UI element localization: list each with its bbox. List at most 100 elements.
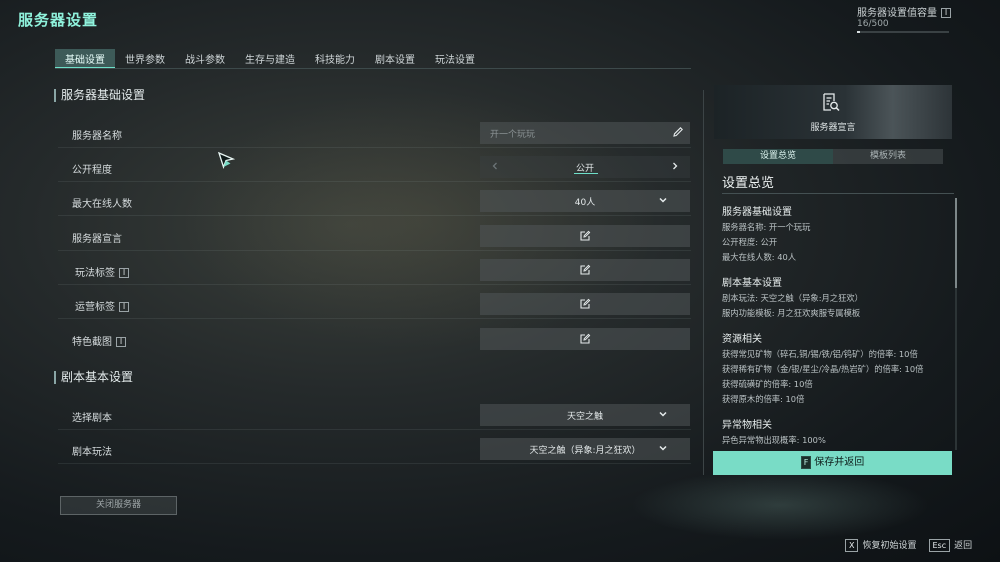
- info-icon[interactable]: I: [119, 302, 129, 312]
- tab-script[interactable]: 剧本设置: [365, 49, 425, 69]
- edit-icon: [580, 230, 591, 241]
- info-icon[interactable]: I: [941, 8, 951, 18]
- panel-divider: [703, 90, 704, 475]
- ops-tags-edit-button[interactable]: [480, 293, 690, 315]
- row-label: 运营标签 I: [75, 298, 129, 313]
- selection-underline: [574, 173, 598, 174]
- max-players-dropdown[interactable]: 40人: [480, 190, 690, 212]
- save-and-return-button[interactable]: F 保存并返回: [713, 451, 952, 475]
- row-label: 选择剧本: [72, 413, 112, 424]
- server-name-input[interactable]: 开一个玩玩: [480, 122, 690, 144]
- capacity-bar: [857, 31, 949, 33]
- tab-combat[interactable]: 战斗参数: [175, 49, 235, 69]
- row-select-script: 选择剧本 天空之触: [58, 402, 691, 430]
- row-gameplay-tags: 玩法标签 I: [58, 257, 691, 285]
- overview-scrollbar[interactable]: [955, 198, 957, 450]
- document-search-icon: [823, 93, 840, 112]
- pencil-icon: [673, 127, 683, 137]
- edit-icon: [580, 298, 591, 309]
- row-label-text: 特色截图: [72, 337, 112, 348]
- overview-group: 异常物相关 异色异常物出现概率: 100%: [722, 416, 954, 448]
- row-label: 玩法标签 I: [75, 264, 129, 279]
- info-icon[interactable]: I: [119, 268, 129, 278]
- arrow-right-icon[interactable]: [670, 161, 680, 171]
- overview-group-heading: 服务器基础设置: [722, 207, 792, 218]
- page-title: 服务器设置: [18, 11, 99, 29]
- tab-gameplay[interactable]: 玩法设置: [425, 49, 485, 69]
- overview-group-heading: 剧本基本设置: [722, 278, 782, 289]
- settings-tabs: 基础设置 世界参数 战斗参数 生存与建造 科技能力 剧本设置 玩法设置: [55, 49, 485, 69]
- gameplay-tags-edit-button[interactable]: [480, 259, 690, 281]
- close-server-button[interactable]: 关闭服务器: [60, 496, 177, 515]
- reset-defaults-hint[interactable]: X 恢复初始设置: [845, 538, 917, 552]
- reset-defaults-label: 恢复初始设置: [862, 541, 917, 551]
- overview-group: 剧本基本设置 剧本玩法: 天空之触（异象:月之狂欢） 服内功能模板: 月之狂欢爽…: [722, 274, 954, 321]
- overview-group-heading: 异常物相关: [722, 420, 772, 431]
- key-esc: Esc: [928, 539, 951, 552]
- tab-basic[interactable]: 基础设置: [55, 49, 115, 69]
- tab-tech[interactable]: 科技能力: [305, 49, 365, 69]
- overview-title: 设置总览: [722, 176, 775, 191]
- key-hint-f: F: [800, 455, 812, 469]
- visibility-selector[interactable]: 公开: [480, 156, 690, 178]
- back-label: 返回: [954, 541, 973, 551]
- overview-list[interactable]: 服务器基础设置 服务器名称: 开一个玩玩 公开程度: 公开 最大在线人数: 40…: [714, 198, 954, 450]
- row-server-name: 服务器名称 开一个玩玩: [58, 120, 691, 148]
- overview-line: 服务器名称: 开一个玩玩: [722, 222, 811, 232]
- row-label: 最大在线人数: [72, 199, 132, 210]
- overview-line: 获得原木的倍率: 10倍: [722, 394, 805, 404]
- tab-template-list[interactable]: 模板列表: [833, 149, 943, 164]
- row-label-text: 运营标签: [75, 302, 115, 313]
- declaration-edit-button[interactable]: [480, 225, 690, 247]
- row-label: 特色截图 I: [72, 333, 126, 348]
- row-screenshot: 特色截图 I: [58, 326, 691, 354]
- overview-group: 资源相关 获得常见矿物（碎石,铜/锡/铁/铝/钨矿）的倍率: 10倍 获得稀有矿…: [722, 330, 954, 407]
- row-label: 剧本玩法: [72, 447, 112, 458]
- row-label-text: 玩法标签: [75, 268, 115, 279]
- capacity-label: 服务器设置值容量 I: [857, 4, 951, 19]
- overview-line: 获得硫磺矿的倍率: 10倍: [722, 379, 813, 389]
- script-dropdown[interactable]: 天空之触: [480, 404, 690, 426]
- key-x: X: [845, 539, 859, 552]
- row-label: 服务器名称: [72, 131, 122, 142]
- section-basic-heading: 服务器基础设置: [54, 89, 145, 102]
- row-label: 服务器宣言: [72, 234, 122, 245]
- script-mode-dropdown[interactable]: 天空之触（异象:月之狂欢）: [480, 438, 690, 460]
- save-and-return-label: 保存并返回: [814, 457, 865, 468]
- server-name-placeholder: 开一个玩玩: [490, 130, 536, 140]
- overview-line: 公开程度: 公开: [722, 237, 778, 247]
- declaration-banner[interactable]: 服务器宣言: [714, 85, 952, 139]
- section-script-heading: 剧本基本设置: [54, 371, 133, 384]
- tabs-divider: [55, 68, 691, 69]
- scrollbar-thumb[interactable]: [955, 198, 957, 288]
- overview-line: 剧本玩法: 天空之触（异象:月之狂欢）: [722, 293, 863, 303]
- info-icon[interactable]: I: [116, 337, 126, 347]
- screenshot-edit-button[interactable]: [480, 328, 690, 350]
- chevron-down-icon: [659, 445, 667, 451]
- tab-settings-overview[interactable]: 设置总览: [723, 149, 833, 164]
- edit-icon: [580, 333, 591, 344]
- overview-group-heading: 资源相关: [722, 334, 762, 345]
- chevron-down-icon: [659, 411, 667, 417]
- overview-line: 服内功能模板: 月之狂欢爽服专属模板: [722, 308, 861, 318]
- overview-line: 异色异常物出现概率: 100%: [722, 435, 826, 445]
- row-label: 公开程度: [72, 165, 112, 176]
- row-ops-tags: 运营标签 I: [58, 291, 691, 319]
- capacity-label-text: 服务器设置值容量: [857, 8, 937, 19]
- overview-group: 服务器基础设置 服务器名称: 开一个玩玩 公开程度: 公开 最大在线人数: 40…: [722, 203, 954, 265]
- pointer-cursor-icon: [217, 151, 235, 169]
- tab-survival[interactable]: 生存与建造: [235, 49, 305, 69]
- capacity-bar-fill: [857, 31, 860, 33]
- chevron-down-icon: [659, 197, 667, 203]
- overview-divider: [722, 193, 954, 194]
- tab-world[interactable]: 世界参数: [115, 49, 175, 69]
- back-hint[interactable]: Esc 返回: [928, 538, 973, 552]
- row-declaration: 服务器宣言: [58, 223, 691, 251]
- capacity-value: 16/500: [857, 19, 889, 29]
- row-script-mode: 剧本玩法 天空之触（异象:月之狂欢）: [58, 436, 691, 464]
- title-bar: 服务器设置 服务器设置值容量 I 16/500: [0, 0, 1000, 34]
- background-glow-bottom: [630, 470, 930, 540]
- edit-icon: [580, 264, 591, 275]
- row-visibility: 公开程度 公开: [58, 154, 691, 182]
- key-hints: X 恢复初始设置 Esc 返回: [845, 538, 972, 552]
